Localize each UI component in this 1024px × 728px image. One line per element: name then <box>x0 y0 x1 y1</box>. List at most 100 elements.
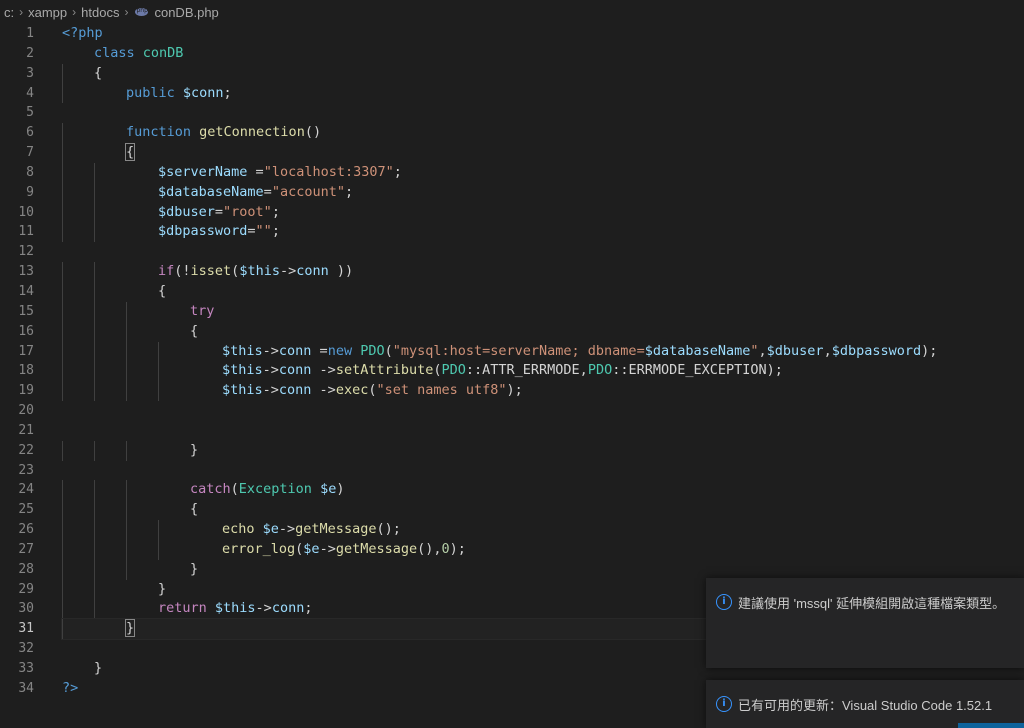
code-line[interactable]: public $conn; <box>62 83 1024 104</box>
code-token: ?> <box>62 679 79 696</box>
line-number: 17 <box>18 343 34 359</box>
code-token: -> <box>319 362 336 379</box>
breadcrumb: c: › xampp › htdocs › conDB.php <box>0 0 1024 24</box>
code-token: $databaseName <box>158 183 264 200</box>
line-number: 14 <box>18 283 34 299</box>
code-token: getMessage <box>295 521 377 538</box>
indent-guide <box>126 381 127 402</box>
code-token: { <box>124 143 136 162</box>
line-number: 7 <box>26 145 34 161</box>
code-line[interactable]: $this->conn =new PDO("mysql:host=serverN… <box>62 341 1024 362</box>
line-number: 18 <box>18 363 34 379</box>
code-token: = <box>255 163 264 180</box>
code-line[interactable]: class conDB <box>62 44 1024 64</box>
code-token: public <box>126 84 183 101</box>
code-token: () <box>304 124 322 141</box>
line-number: 34 <box>18 680 34 696</box>
code-token: class <box>94 44 143 61</box>
indent-guide <box>158 539 159 560</box>
code-line[interactable]: $dbuser="root"; <box>62 202 1024 223</box>
line-number: 23 <box>18 462 34 478</box>
line-number: 22 <box>18 442 34 458</box>
breadcrumb-file[interactable]: conDB.php <box>154 5 218 20</box>
indent-guide <box>62 520 63 540</box>
code-token: $dbpassword <box>158 223 248 240</box>
indent-guide <box>126 301 127 322</box>
code-line[interactable]: $this->conn ->exec("set names utf8"); <box>62 381 1024 402</box>
code-token: } <box>124 619 136 638</box>
indent-guide <box>62 500 63 521</box>
code-token: ; <box>271 203 280 220</box>
code-token: -> <box>319 540 336 557</box>
code-token: $e <box>262 521 279 538</box>
code-token: if <box>158 263 175 280</box>
code-token: "set names utf8" <box>376 382 507 399</box>
line-number: 21 <box>18 422 34 438</box>
breadcrumb-folder-xampp[interactable]: xampp <box>28 5 67 20</box>
code-line[interactable]: echo $e->getMessage(); <box>62 520 1024 540</box>
line-number: 29 <box>18 581 34 597</box>
code-token: = <box>214 203 224 220</box>
code-line[interactable]: { <box>62 281 1024 302</box>
line-number: 3 <box>26 65 34 81</box>
indent-guide <box>94 520 95 540</box>
code-line[interactable] <box>62 103 1024 123</box>
line-number: 13 <box>18 264 34 280</box>
code-token: getMessage <box>335 540 418 557</box>
code-line[interactable]: } <box>62 440 1024 461</box>
code-token: , <box>758 342 767 359</box>
code-line[interactable]: { <box>62 143 1024 163</box>
indent-guide <box>94 222 95 243</box>
indent-guide <box>126 520 127 540</box>
indent-guide <box>94 579 95 600</box>
code-token: (); <box>376 521 401 538</box>
info-icon: i <box>716 696 732 712</box>
indent-guide <box>158 381 159 402</box>
code-line[interactable]: error_log($e->getMessage(),0); <box>62 539 1024 560</box>
indent-guide <box>158 520 159 540</box>
code-line[interactable] <box>62 421 1024 441</box>
code-token: -> <box>278 521 296 538</box>
indent-guide <box>126 480 127 501</box>
code-token: PDO <box>360 342 385 359</box>
code-token: = <box>247 223 256 240</box>
breadcrumb-folder-htdocs[interactable]: htdocs <box>81 5 119 20</box>
code-line[interactable] <box>62 242 1024 262</box>
code-token: ( <box>433 362 442 379</box>
code-line[interactable]: if(!isset($this->conn )) <box>62 262 1024 282</box>
code-line[interactable]: $serverName ="localhost:3307"; <box>62 162 1024 183</box>
code-line[interactable]: function getConnection() <box>62 123 1024 144</box>
code-line[interactable]: <?php <box>62 24 1024 44</box>
code-line[interactable] <box>62 461 1024 481</box>
code-token: ( <box>230 481 239 498</box>
indent-guide <box>62 262 63 282</box>
code-token: ; <box>393 163 402 180</box>
code-line[interactable] <box>62 401 1024 421</box>
indent-guide <box>126 341 127 362</box>
code-token: { <box>94 64 103 81</box>
breadcrumb-drive[interactable]: c: <box>4 5 14 20</box>
notification-action-accent[interactable] <box>958 723 1024 728</box>
code-line[interactable]: $this->conn ->setAttribute(PDO::ATTR_ERR… <box>62 361 1024 382</box>
notification-message: 已有可用的更新：Visual Studio Code 1.52.1 <box>738 697 993 713</box>
notification-mssql[interactable]: i 建議使用 'mssql' 延伸模組開啟這種檔案類型。 <box>706 578 1024 668</box>
code-token: new <box>327 342 361 359</box>
line-number: 1 <box>26 26 34 41</box>
code-token: conn <box>296 263 329 280</box>
code-line[interactable]: { <box>62 500 1024 521</box>
code-token: getConnection <box>199 124 305 141</box>
indent-guide <box>62 182 63 203</box>
code-token: (), <box>417 540 442 557</box>
indent-guide <box>62 63 63 84</box>
code-line[interactable]: $databaseName="account"; <box>62 182 1024 203</box>
code-token: ) <box>336 481 345 498</box>
notification-update[interactable]: i 已有可用的更新：Visual Studio Code 1.52.1 <box>706 680 1024 728</box>
code-line[interactable]: } <box>62 559 1024 580</box>
code-line[interactable]: catch(Exception $e) <box>62 480 1024 501</box>
code-line[interactable]: try <box>62 301 1024 322</box>
code-line[interactable]: $dbpassword=""; <box>62 222 1024 243</box>
code-line[interactable]: { <box>62 321 1024 342</box>
code-token: { <box>190 501 199 518</box>
code-line[interactable]: { <box>62 63 1024 84</box>
code-token: setAttribute <box>335 362 434 379</box>
